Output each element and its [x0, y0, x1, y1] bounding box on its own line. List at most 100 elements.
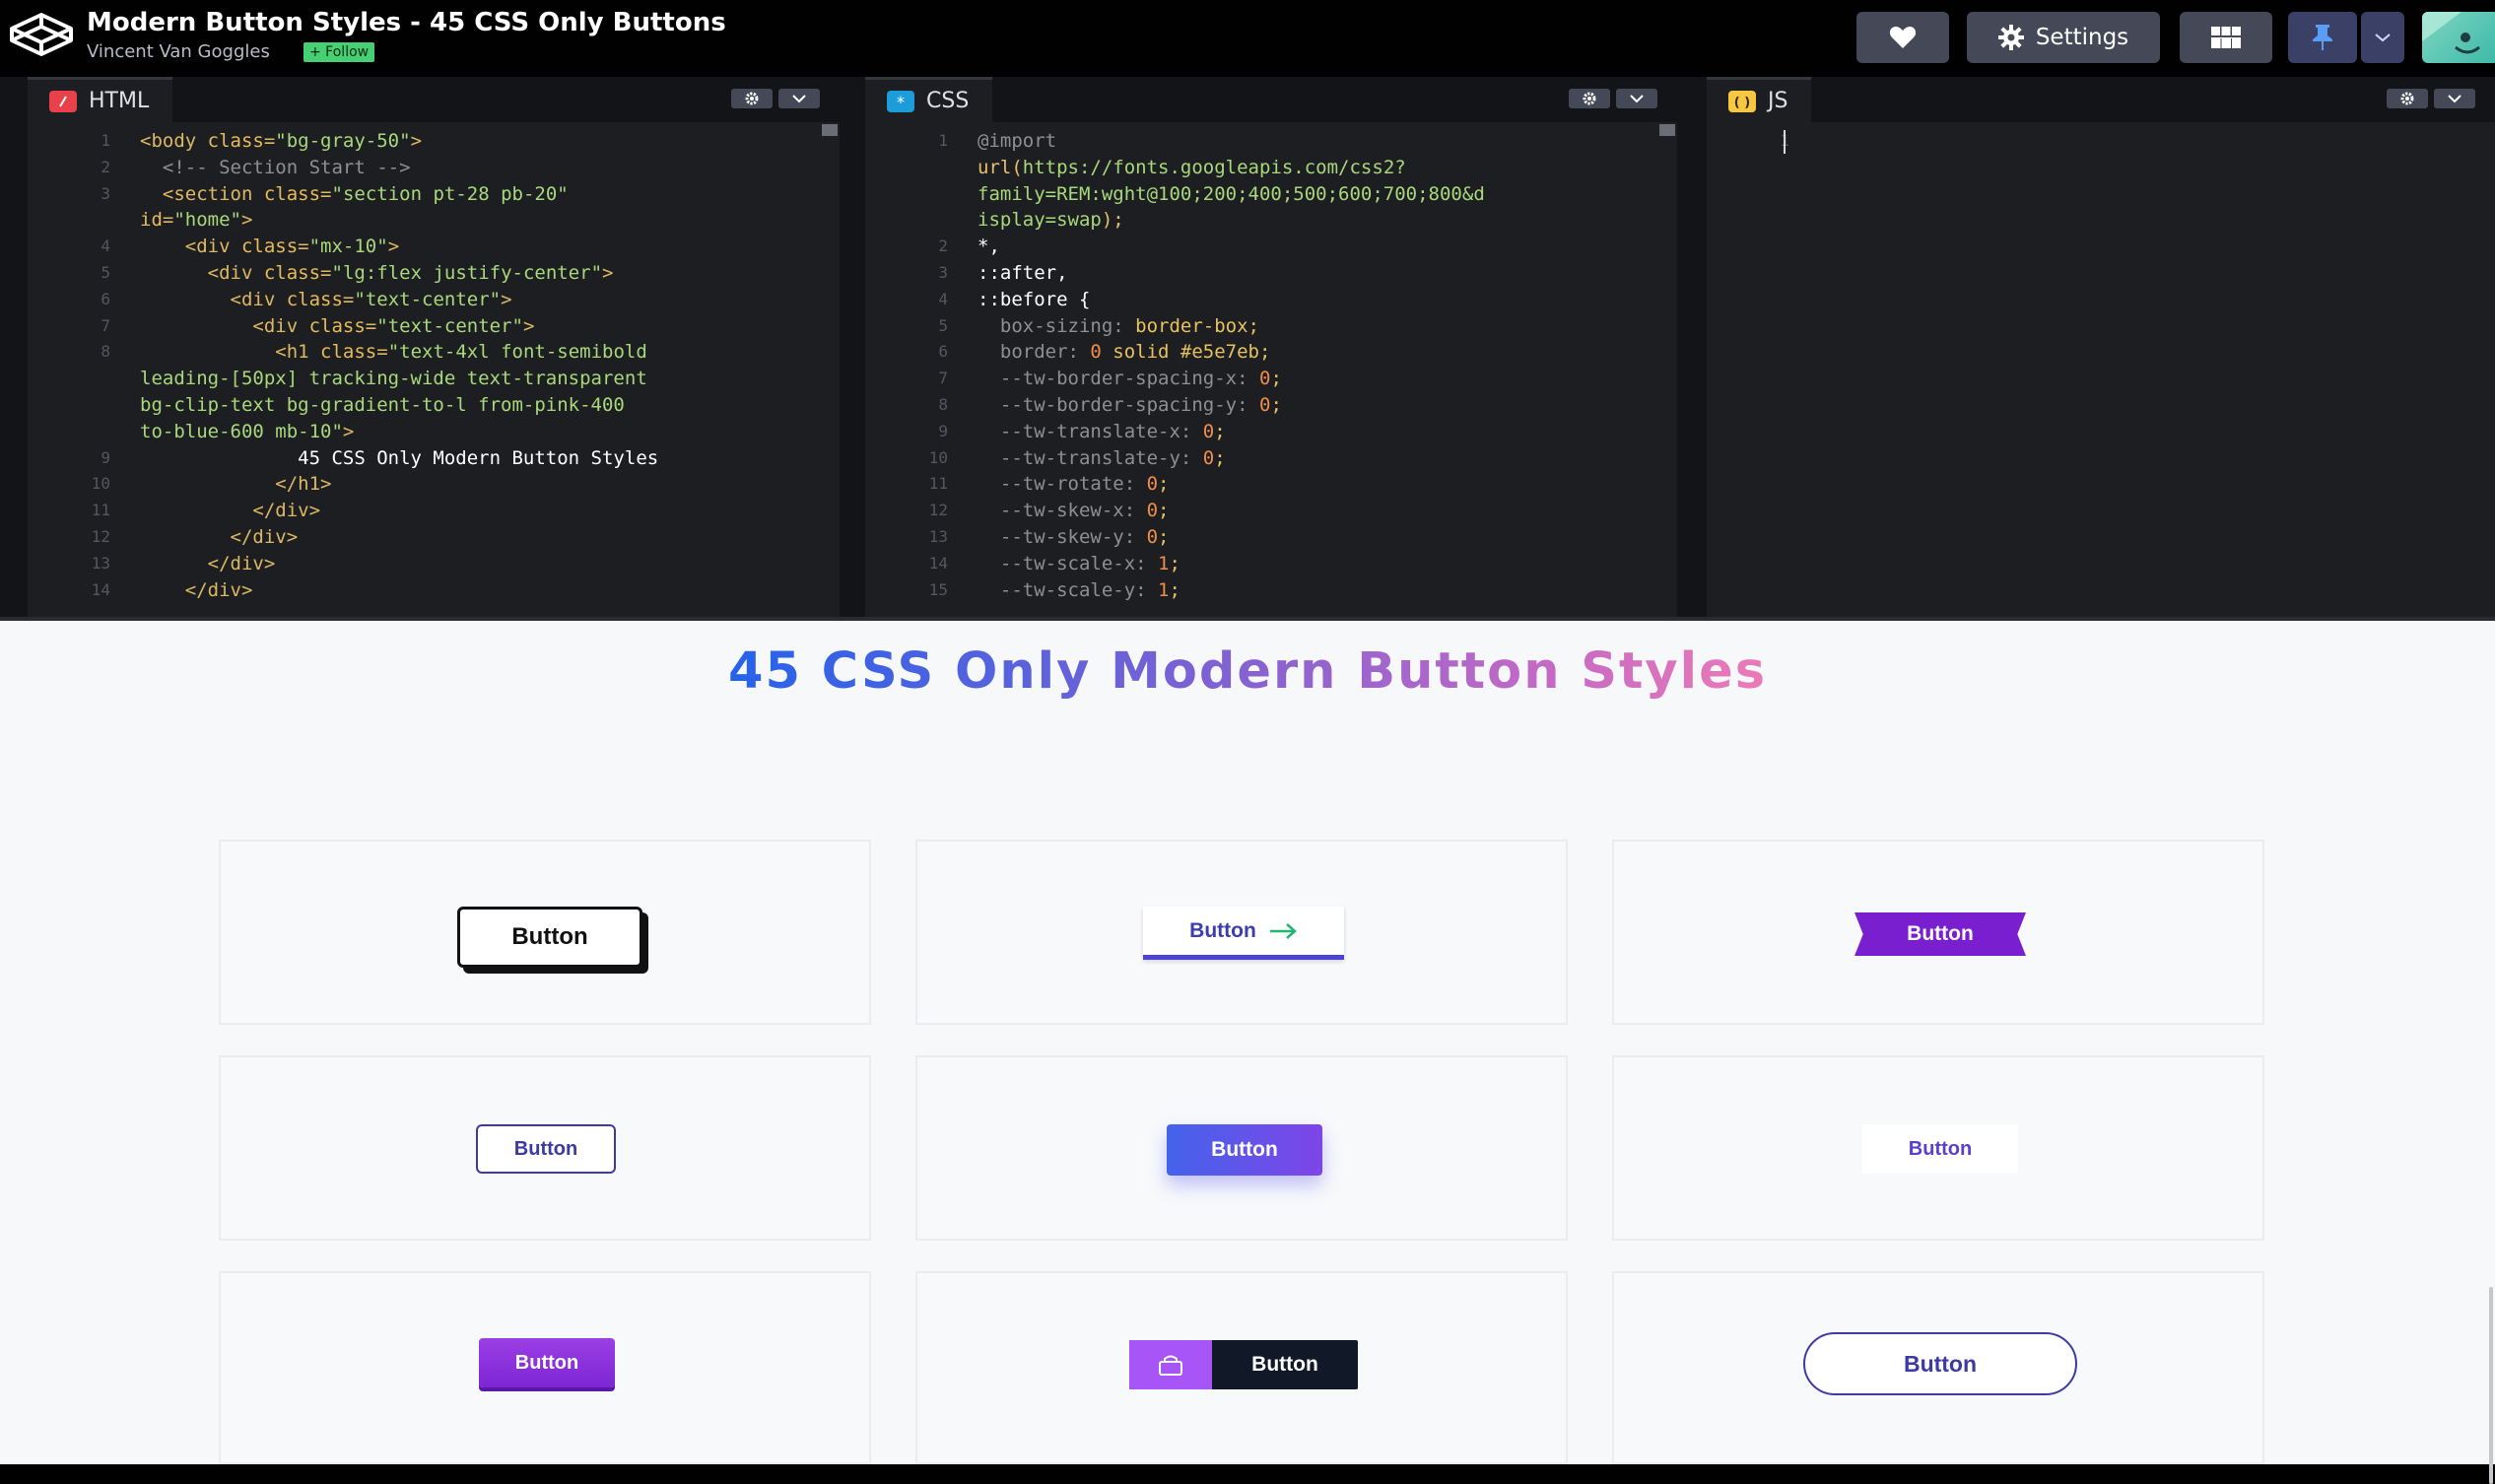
- code-line[interactable]: 6 border: 0 solid #e5e7eb;: [865, 339, 1677, 366]
- tab-css[interactable]: * CSS: [865, 77, 993, 122]
- code-line[interactable]: 2 <!-- Section Start -->: [28, 155, 840, 181]
- code-line[interactable]: 1: [1707, 128, 2495, 155]
- css-code-editor[interactable]: 1 @import url(https://fonts.googleapis.com…: [865, 128, 1677, 617]
- gear-icon: [1583, 92, 1596, 105]
- code-line[interactable]: 3 <section class="section pt-28 pb-20": [28, 181, 840, 208]
- css-pane-controls: [1569, 89, 1657, 108]
- code-line[interactable]: 2 *,: [865, 234, 1677, 260]
- code-line[interactable]: 14 --tw-scale-x: 1;: [865, 551, 1677, 577]
- tab-js[interactable]: ( ) JS: [1707, 77, 1812, 122]
- code-line[interactable]: 15 --tw-scale-y: 1;: [865, 577, 1677, 604]
- demo-button-lock[interactable]: Button: [1129, 1340, 1358, 1389]
- like-button[interactable]: [1856, 12, 1949, 63]
- css-scrollbar[interactable]: [1659, 124, 1675, 136]
- html-editor-pane: HTML 1 <body class="bg-gray-50"> 2 <!-- Se…: [28, 77, 840, 617]
- code-line[interactable]: 11 --tw-rotate: 0;: [865, 471, 1677, 498]
- line-number: 10: [91, 474, 110, 494]
- code-line[interactable]: 4 <div class="mx-10">: [28, 234, 840, 260]
- line-number: 15: [928, 579, 948, 599]
- code-line[interactable]: id="home">: [28, 207, 840, 234]
- code-line[interactable]: 1 <body class="bg-gray-50">: [28, 128, 840, 155]
- avatar[interactable]: [2422, 12, 2495, 63]
- pin-button[interactable]: [2288, 12, 2357, 63]
- code-line[interactable]: 8 --tw-border-spacing-y: 0;: [865, 392, 1677, 419]
- code-line[interactable]: 11 </div>: [28, 498, 840, 524]
- code-token: class: [320, 341, 377, 364]
- code-line[interactable]: 9 45 CSS Only Modern Button Styles: [28, 445, 840, 472]
- html-tab-label: HTML: [89, 89, 150, 113]
- code-token: --tw-scale-x:: [978, 552, 1159, 574]
- code-token: 0: [1202, 420, 1215, 442]
- code-line[interactable]: bg-clip-text bg-gradient-to-l from-pink-…: [28, 392, 840, 419]
- demo-button-gradient[interactable]: Button: [1167, 1124, 1322, 1176]
- code-text: url(https://fonts.googleapis.com/css2?: [978, 155, 1406, 181]
- tab-html[interactable]: HTML: [28, 77, 173, 122]
- code-line[interactable]: 13 --tw-skew-y: 0;: [865, 524, 1677, 551]
- demo-button-brutal[interactable]: Button: [457, 907, 642, 968]
- code-token: class: [263, 182, 321, 205]
- code-line[interactable]: 13 </div>: [28, 551, 840, 577]
- pen-title[interactable]: Modern Button Styles - 45 CSS Only Butto…: [87, 8, 726, 37]
- pane-resizer-2[interactable]: [1677, 77, 1707, 617]
- demo-button-arrow[interactable]: Button: [1143, 907, 1344, 960]
- js-menu-button[interactable]: [2434, 89, 2475, 108]
- chevron-down-icon: [2448, 95, 2461, 103]
- change-view-button[interactable]: [2180, 12, 2272, 63]
- pane-resizer-left[interactable]: [0, 77, 28, 617]
- code-line[interactable]: 7 --tw-border-spacing-x: 0;: [865, 366, 1677, 392]
- demo-button-pressed[interactable]: Button: [479, 1338, 615, 1387]
- line-number: 4: [938, 289, 948, 308]
- pane-resizer-1[interactable]: [840, 77, 865, 617]
- preview-scrollbar[interactable]: [2489, 1287, 2493, 1484]
- code-line[interactable]: isplay=swap);: [865, 207, 1677, 234]
- css-settings-button[interactable]: [1569, 89, 1610, 108]
- settings-button[interactable]: Settings: [1967, 12, 2160, 63]
- code-line[interactable]: 5 box-sizing: border-box;: [865, 313, 1677, 340]
- pin-menu-button[interactable]: [2361, 12, 2404, 63]
- code-line[interactable]: to-blue-600 mb-10">: [28, 419, 840, 445]
- css-menu-button[interactable]: [1616, 89, 1657, 108]
- code-text: <section class="section pt-28 pb-20": [140, 181, 569, 208]
- code-token: --tw-skew-y:: [978, 525, 1147, 548]
- demo-button-ribbon[interactable]: Button: [1854, 912, 2026, 956]
- demo-button-pill[interactable]: Button: [1803, 1332, 2077, 1395]
- code-line[interactable]: 10 --tw-translate-y: 0;: [865, 445, 1677, 472]
- code-token: ;: [1270, 368, 1282, 390]
- author-name[interactable]: Vincent Van Goggles: [87, 41, 270, 62]
- code-token: <h1: [140, 341, 321, 364]
- code-line[interactable]: 1 @import: [865, 128, 1677, 155]
- line-number: 12: [91, 526, 110, 546]
- demo-button-outline[interactable]: Button: [476, 1124, 616, 1174]
- code-line[interactable]: family=REM:wght@100;200;400;500;600;700;…: [865, 181, 1677, 208]
- code-line[interactable]: 9 --tw-translate-x: 0;: [865, 419, 1677, 445]
- code-line[interactable]: url(https://fonts.googleapis.com/css2?: [865, 155, 1677, 181]
- code-line[interactable]: 12 </div>: [28, 524, 840, 551]
- codepen-logo-icon[interactable]: [8, 12, 75, 57]
- code-line[interactable]: 14 </div>: [28, 577, 840, 604]
- demo-button-ghost[interactable]: Button: [1862, 1124, 2018, 1174]
- code-line[interactable]: 12 --tw-skew-x: 0;: [865, 498, 1677, 524]
- follow-button[interactable]: + Follow: [303, 42, 375, 62]
- code-text: <!-- Section Start -->: [140, 155, 411, 181]
- code-line[interactable]: 5 <div class="lg:flex justify-center">: [28, 260, 840, 287]
- code-line[interactable]: 8 <h1 class="text-4xl font-semibold: [28, 339, 840, 366]
- html-code-editor[interactable]: 1 <body class="bg-gray-50"> 2 <!-- Section…: [28, 128, 840, 617]
- html-menu-button[interactable]: [778, 89, 820, 108]
- code-line[interactable]: 6 <div class="text-center">: [28, 287, 840, 313]
- html-settings-button[interactable]: [731, 89, 773, 108]
- html-scrollbar[interactable]: [822, 124, 838, 136]
- code-text: </div>: [140, 524, 299, 551]
- js-settings-button[interactable]: [2387, 89, 2428, 108]
- js-editor-pane: ( ) JS 1: [1707, 77, 2495, 617]
- code-line[interactable]: 3::after,: [865, 260, 1677, 287]
- code-token: </div>: [140, 525, 299, 548]
- code-line[interactable]: 7 <div class="text-center">: [28, 313, 840, 340]
- code-text: </div>: [140, 498, 320, 524]
- code-line[interactable]: leading-[50px] tracking-wide text-transp…: [28, 366, 840, 392]
- code-line[interactable]: 10 </h1>: [28, 471, 840, 498]
- code-line[interactable]: 4::before {: [865, 287, 1677, 313]
- js-code-editor[interactable]: 1: [1707, 128, 2495, 617]
- code-token: solid #e5e7eb;: [1101, 341, 1271, 364]
- code-token: 0: [1202, 446, 1215, 469]
- line-number: 13: [91, 553, 110, 573]
